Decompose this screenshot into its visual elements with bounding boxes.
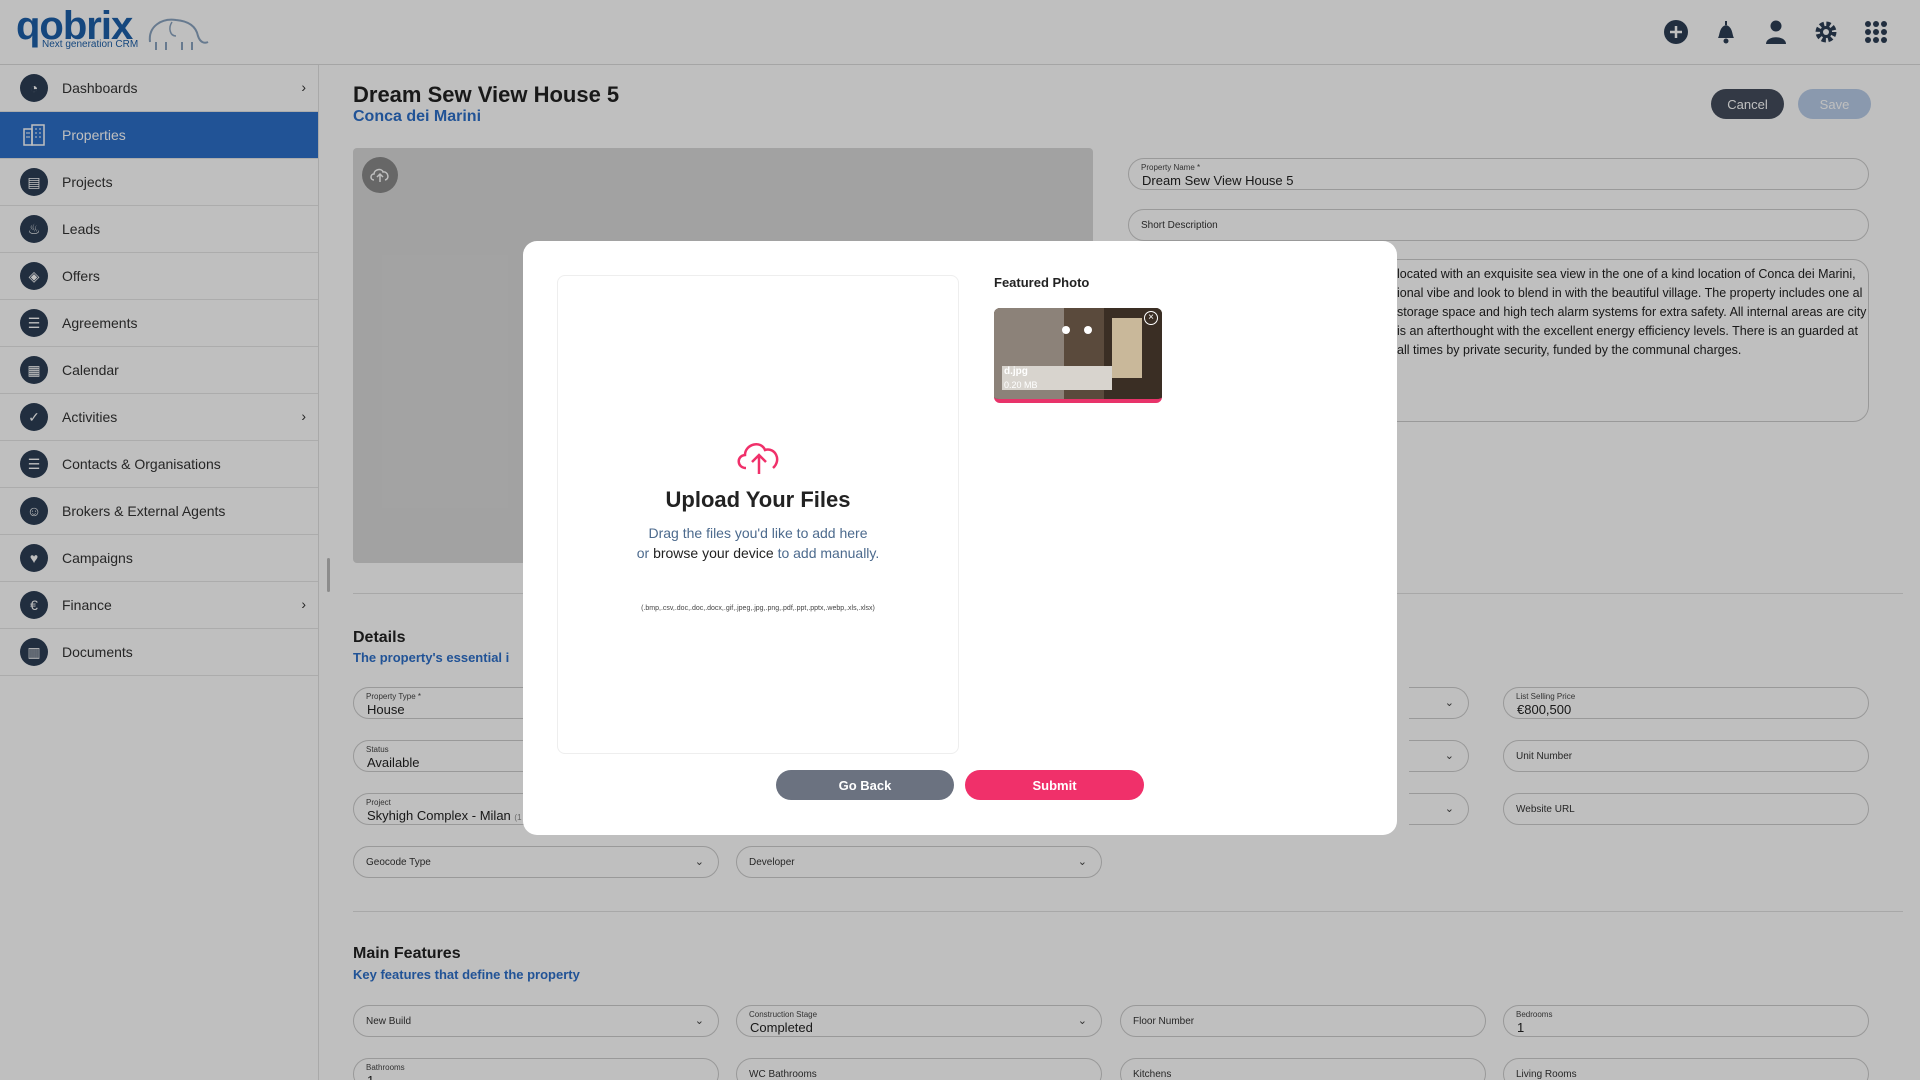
file-dropzone[interactable]: Upload Your Files Drag the files you'd l… [557,275,959,754]
photo-filesize: 0.20 MB [1004,380,1038,390]
cloud-upload-icon [737,443,779,474]
browse-instruction: or browse your device to add manually. [558,545,958,561]
allowed-file-types: (.bmp,.csv,.doc,.doc,.docx,.gif,.jpeg,.j… [641,605,875,612]
browse-device-link[interactable]: browse your device [653,545,774,561]
upload-title: Upload Your Files [665,487,851,512]
drag-instruction: Drag the files you'd like to add here [648,525,868,541]
go-back-button[interactable]: Go Back [776,770,954,800]
upload-modal: Upload Your Files Drag the files you'd l… [523,241,1397,835]
browse-prefix: or [636,545,650,561]
browse-suffix: to add manually. [777,545,880,561]
submit-button[interactable]: Submit [965,770,1144,800]
featured-photo-title: Featured Photo [994,275,1090,290]
remove-photo-icon[interactable]: × [1144,311,1158,325]
featured-photo-thumbnail[interactable]: × d.jpg 0.20 MB [994,308,1162,403]
photo-filename: d.jpg [1004,366,1028,377]
